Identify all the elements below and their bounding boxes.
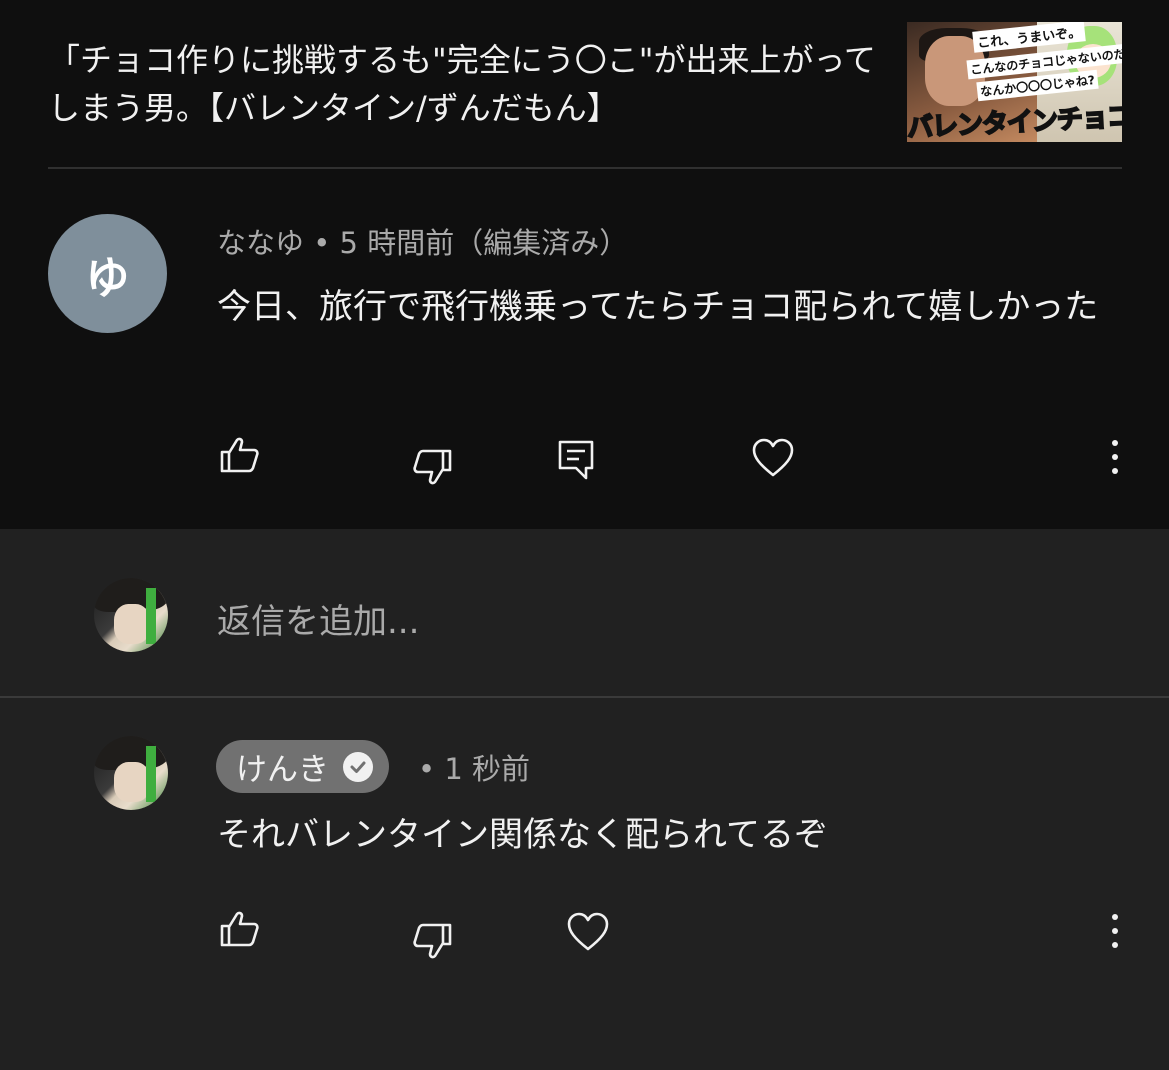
heart-icon[interactable] — [751, 436, 795, 480]
more-vert-icon[interactable] — [1109, 912, 1121, 952]
more-vert-icon[interactable] — [1109, 438, 1121, 478]
commenter-avatar[interactable]: ゆ — [48, 214, 167, 333]
thumbs-up-icon[interactable] — [218, 908, 262, 952]
reply-text: それバレンタイン関係なく配られてるぞ — [217, 815, 828, 855]
thumbs-down-icon[interactable] — [410, 444, 454, 488]
reply-author-chip[interactable]: けんき — [216, 740, 389, 793]
reply-input[interactable]: 返信を追加... — [217, 594, 419, 643]
reply-divider — [0, 696, 1169, 698]
current-user-avatar — [94, 578, 168, 652]
reply-author-name: けんき — [236, 752, 329, 788]
video-thumbnail[interactable]: これ、うまいぞ。 こんなのチョコじゃないのだ なんか〇〇〇じゃね? バレンタイン… — [907, 22, 1122, 142]
reply-icon[interactable] — [556, 438, 600, 482]
verified-check-icon — [343, 751, 373, 782]
comment-meta: ななゆ • 5 時間前（編集済み） — [217, 226, 629, 260]
reply-time: • 1 秒前 — [418, 752, 530, 786]
thumbs-down-icon[interactable] — [410, 918, 454, 962]
header-divider — [48, 167, 1122, 169]
comment-text: 今日、旅行で飛行機乗ってたらチョコ配られて嬉しかった — [217, 287, 1099, 327]
video-title[interactable]: 「チョコ作りに挑戦するも"完全にう〇こ"が出来上がってしまう男。【バレンタイン/… — [48, 36, 878, 132]
reply-author-avatar[interactable] — [94, 736, 168, 810]
thumbs-up-icon[interactable] — [218, 434, 262, 478]
heart-icon[interactable] — [566, 910, 610, 954]
